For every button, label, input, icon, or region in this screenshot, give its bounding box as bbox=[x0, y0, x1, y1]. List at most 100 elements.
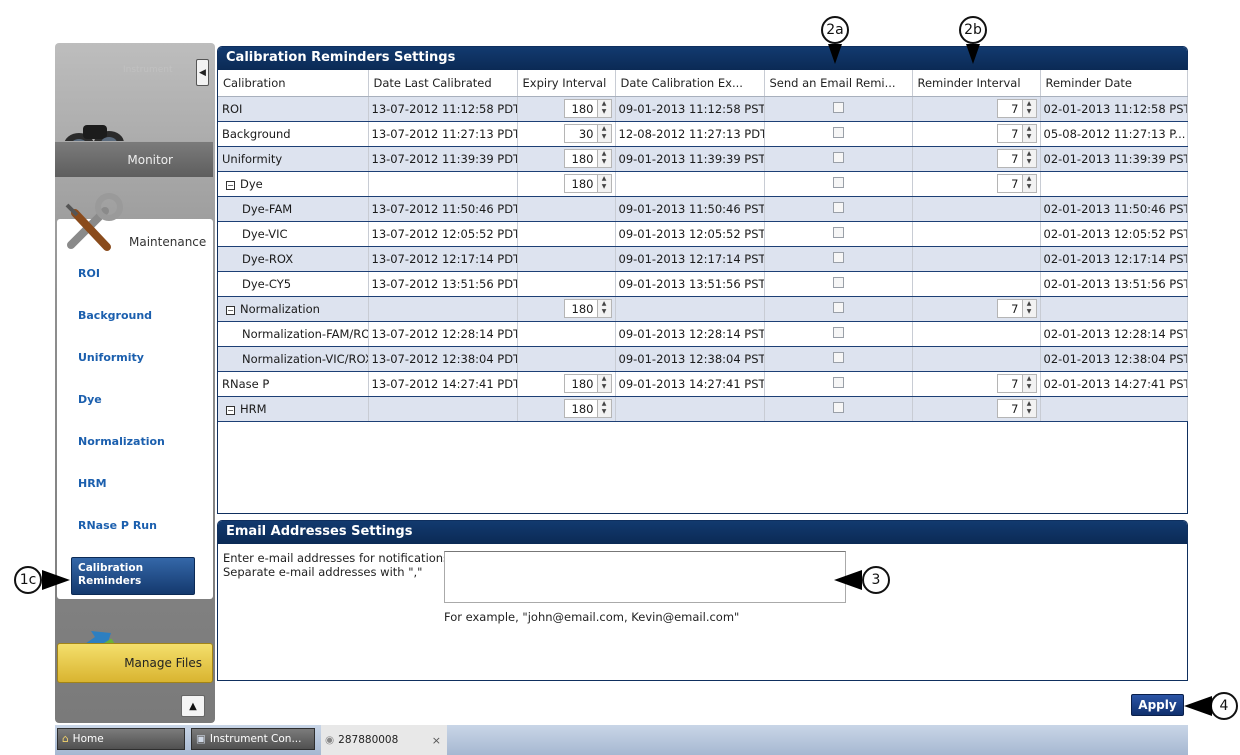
expiry-interval-stepper[interactable]: 180 ▲ ▼ bbox=[563, 399, 612, 418]
table-row[interactable]: Dye-CY5 13-07-2012 13:51:56 PDT 09-01-2013… bbox=[218, 271, 1188, 297]
collapse-sidebar-button[interactable]: ◀ bbox=[196, 59, 209, 86]
tab-instrument-console[interactable]: ▣ Instrument Con... bbox=[191, 728, 315, 750]
stepper-arrows-icon[interactable]: ▲ ▼ bbox=[596, 300, 611, 317]
nav-item-calibration-reminders[interactable]: Calibration Reminders bbox=[71, 557, 195, 595]
send-email-checkbox[interactable] bbox=[832, 201, 844, 213]
cell-calibration-name: Dye-FAM bbox=[218, 196, 369, 222]
collapse-group-icon[interactable]: − bbox=[226, 405, 235, 415]
cell-calibration-name: Dye-CY5 bbox=[218, 271, 369, 297]
nav-item-uniformity[interactable]: Uniformity bbox=[78, 351, 144, 364]
send-email-checkbox[interactable] bbox=[832, 251, 844, 263]
stepper-arrows-icon[interactable]: ▲ ▼ bbox=[1021, 300, 1036, 317]
collapse-group-icon[interactable]: − bbox=[226, 305, 235, 315]
stepper-arrows-icon[interactable]: ▲ ▼ bbox=[596, 400, 611, 417]
callout-2b-arrow bbox=[966, 44, 980, 64]
calibration-name-label: Dye-FAM bbox=[242, 201, 293, 216]
reminder-interval-stepper[interactable]: 7 ▲ ▼ bbox=[996, 99, 1037, 118]
cell-expiry-interval: 180 ▲ ▼ bbox=[517, 96, 616, 122]
reminder-interval-stepper[interactable]: 7 ▲ ▼ bbox=[996, 299, 1037, 318]
send-email-checkbox[interactable] bbox=[832, 101, 844, 113]
table-row[interactable]: − Dye 180 ▲ ▼ 7 ▲ ▼ bbox=[218, 171, 1188, 197]
cell-date-last-calibrated: 13-07-2012 14:27:41 PDT bbox=[368, 371, 518, 397]
table-row[interactable]: RNase P 13-07-2012 14:27:41 PDT 180 ▲ ▼ 09-01… bbox=[218, 371, 1188, 397]
tab-instrument-287880008[interactable]: ◉ 287880008 × bbox=[321, 725, 447, 755]
cell-reminder-interval bbox=[912, 221, 1041, 247]
stepper-arrows-icon[interactable]: ▲ ▼ bbox=[1021, 125, 1036, 142]
stepper-arrows-icon[interactable]: ▲ ▼ bbox=[1021, 375, 1036, 392]
col-header-calibration[interactable]: Calibration bbox=[218, 70, 369, 97]
col-header-reminder-date[interactable]: Reminder Date bbox=[1040, 70, 1188, 97]
send-email-checkbox[interactable] bbox=[832, 376, 844, 388]
stepper-arrows-icon[interactable]: ▲ ▼ bbox=[596, 175, 611, 192]
nav-item-dye[interactable]: Dye bbox=[78, 393, 102, 406]
reminder-interval-stepper[interactable]: 7 ▲ ▼ bbox=[996, 174, 1037, 193]
send-email-checkbox[interactable] bbox=[832, 126, 844, 138]
stepper-arrows-icon[interactable]: ▲ ▼ bbox=[1021, 400, 1036, 417]
table-row[interactable]: Dye-ROX 13-07-2012 12:17:14 PDT 09-01-2013… bbox=[218, 246, 1188, 272]
cell-calibration-name: − Dye bbox=[218, 171, 369, 197]
nav-item-hrm[interactable]: HRM bbox=[78, 477, 107, 490]
col-header-expiry-interval[interactable]: Expiry Interval bbox=[517, 70, 616, 97]
email-addresses-input[interactable] bbox=[444, 551, 846, 603]
col-header-date-last-calibrated[interactable]: Date Last Calibrated bbox=[368, 70, 518, 97]
send-email-checkbox[interactable] bbox=[832, 176, 844, 188]
cell-date-calibration-expires bbox=[615, 296, 765, 322]
cell-expiry-interval bbox=[517, 271, 616, 297]
table-row[interactable]: Background 13-07-2012 11:27:13 PDT 30 ▲ ▼ 12-… bbox=[218, 121, 1188, 147]
col-header-reminder-interval[interactable]: Reminder Interval bbox=[912, 70, 1041, 97]
stepper-arrows-icon[interactable]: ▲ ▼ bbox=[1021, 100, 1036, 117]
send-email-checkbox[interactable] bbox=[832, 401, 844, 413]
expiry-interval-stepper[interactable]: 180 ▲ ▼ bbox=[563, 149, 612, 168]
expiry-interval-stepper[interactable]: 180 ▲ ▼ bbox=[563, 299, 612, 318]
send-email-checkbox[interactable] bbox=[832, 276, 844, 288]
cell-expiry-interval: 180 ▲ ▼ bbox=[517, 371, 616, 397]
cell-date-calibration-expires: 09-01-2013 11:12:58 PST bbox=[615, 96, 765, 122]
col-header-date-calibration-expires[interactable]: Date Calibration Ex... bbox=[615, 70, 765, 97]
close-tab-icon[interactable]: × bbox=[432, 734, 441, 747]
instrument-icon: ▣ bbox=[196, 733, 206, 745]
expiry-interval-stepper[interactable]: 30 ▲ ▼ bbox=[563, 124, 612, 143]
reminder-interval-stepper[interactable]: 7 ▲ ▼ bbox=[996, 374, 1037, 393]
nav-item-normalization[interactable]: Normalization bbox=[78, 435, 165, 448]
table-row[interactable]: Uniformity 13-07-2012 11:39:39 PDT 180 ▲ ▼ 09… bbox=[218, 146, 1188, 172]
nav-item-roi[interactable]: ROI bbox=[78, 267, 100, 280]
nav-item-background[interactable]: Background bbox=[78, 309, 152, 322]
send-email-checkbox[interactable] bbox=[832, 151, 844, 163]
send-email-checkbox[interactable] bbox=[832, 351, 844, 363]
stepper-arrows-icon[interactable]: ▲ ▼ bbox=[1021, 175, 1036, 192]
stepper-arrows-icon[interactable]: ▲ ▼ bbox=[1021, 150, 1036, 167]
scroll-up-button[interactable]: ▲ bbox=[181, 695, 205, 717]
reminder-interval-stepper[interactable]: 7 ▲ ▼ bbox=[996, 124, 1037, 143]
cell-date-last-calibrated: 13-07-2012 12:05:52 PDT bbox=[368, 221, 518, 247]
collapse-group-icon[interactable]: − bbox=[226, 180, 235, 190]
expiry-interval-stepper[interactable]: 180 ▲ ▼ bbox=[563, 374, 612, 393]
apply-button[interactable]: Apply bbox=[1131, 694, 1184, 716]
stepper-arrows-icon[interactable]: ▲ ▼ bbox=[596, 100, 611, 117]
cell-date-last-calibrated: 13-07-2012 11:12:58 PDT bbox=[368, 96, 518, 122]
table-row[interactable]: Normalization-VIC/ROX 13-07-2012 12:38:04… bbox=[218, 346, 1188, 372]
table-row[interactable]: ROI 13-07-2012 11:12:58 PDT 180 ▲ ▼ 09-01-201… bbox=[218, 96, 1188, 122]
monitor-button[interactable]: Monitor bbox=[55, 141, 213, 177]
cell-reminder-interval bbox=[912, 271, 1041, 297]
expiry-interval-stepper[interactable]: 180 ▲ ▼ bbox=[563, 174, 612, 193]
reminder-interval-stepper[interactable]: 7 ▲ ▼ bbox=[996, 149, 1037, 168]
manage-files-button[interactable]: Manage Files bbox=[57, 643, 213, 683]
table-row[interactable]: Normalization-FAM/ROX 13-07-2012 12:28:14… bbox=[218, 321, 1188, 347]
expiry-interval-stepper[interactable]: 180 ▲ ▼ bbox=[563, 99, 612, 118]
cell-calibration-name: Background bbox=[218, 121, 369, 147]
tab-instrument-label: Instrument Con... bbox=[209, 733, 302, 745]
table-row[interactable]: Dye-FAM 13-07-2012 11:50:46 PDT 09-01-2013… bbox=[218, 196, 1188, 222]
send-email-checkbox[interactable] bbox=[832, 226, 844, 238]
reminder-interval-stepper[interactable]: 7 ▲ ▼ bbox=[996, 399, 1037, 418]
send-email-checkbox[interactable] bbox=[832, 326, 844, 338]
stepper-arrows-icon[interactable]: ▲ ▼ bbox=[596, 125, 611, 142]
tab-home[interactable]: ⌂ Home bbox=[57, 728, 185, 750]
stepper-arrows-icon[interactable]: ▲ ▼ bbox=[596, 150, 611, 167]
col-header-send-email-reminder[interactable]: Send an Email Remi... bbox=[764, 70, 913, 97]
table-row[interactable]: − HRM 180 ▲ ▼ 7 ▲ ▼ bbox=[218, 396, 1188, 422]
nav-item-rnase-p-run[interactable]: RNase P Run bbox=[78, 519, 157, 532]
table-row[interactable]: Dye-VIC 13-07-2012 12:05:52 PDT 09-01-2013… bbox=[218, 221, 1188, 247]
send-email-checkbox[interactable] bbox=[832, 301, 844, 313]
stepper-arrows-icon[interactable]: ▲ ▼ bbox=[596, 375, 611, 392]
table-row[interactable]: − Normalization 180 ▲ ▼ 7 ▲ ▼ bbox=[218, 296, 1188, 322]
